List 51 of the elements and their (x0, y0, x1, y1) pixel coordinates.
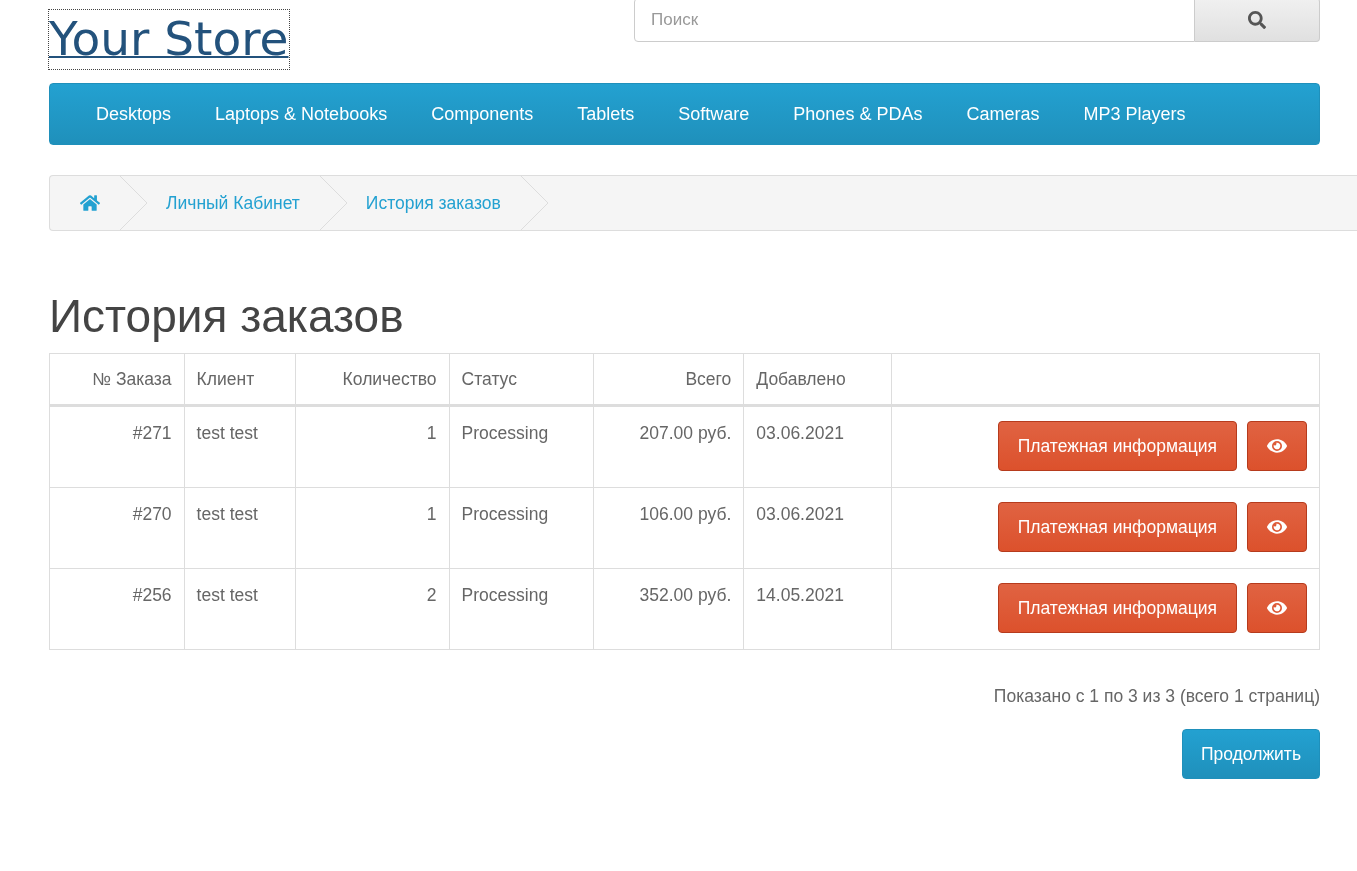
table-cell: 03.06.2021 (743, 405, 892, 488)
table-cell: 03.06.2021 (743, 487, 892, 569)
menu-item[interactable]: Components (409, 103, 556, 125)
home-icon (80, 193, 100, 213)
pagination-text: Показано с 1 по 3 из 3 (всего 1 страниц) (993, 686, 1320, 707)
table-cell: #271 (49, 405, 185, 488)
table-cell: #256 (49, 568, 185, 650)
table-cell: Processing (449, 405, 594, 488)
menu-item[interactable]: Tablets (555, 103, 657, 125)
view-button[interactable] (1247, 502, 1307, 552)
table-cell: 2 (295, 568, 450, 650)
table-cell: 14.05.2021 (743, 568, 892, 650)
payment-info-button[interactable]: Платежная информация (997, 502, 1237, 552)
view-button[interactable] (1247, 583, 1307, 633)
column-header: Клиент (184, 353, 296, 406)
breadcrumb-link[interactable]: История заказов (347, 176, 521, 230)
menu-item[interactable]: Desktops (74, 103, 194, 125)
table-cell: #270 (49, 487, 185, 569)
search-button[interactable] (1195, 0, 1320, 42)
store-logo[interactable]: Your Store (49, 10, 289, 69)
table-cell: 207.00 руб. (593, 405, 744, 488)
column-header: № Заказа (49, 353, 185, 406)
column-header: Статус (449, 353, 594, 406)
menu-item[interactable]: MP3 Players (1061, 103, 1208, 125)
search-field[interactable]: Поиск (634, 0, 1195, 42)
menu-item[interactable]: Laptops & Notebooks (193, 103, 410, 125)
column-header: Количество (295, 353, 450, 406)
page-heading: История заказов (49, 289, 405, 343)
table-cell: Processing (449, 487, 594, 569)
menu-item[interactable]: Cameras (944, 103, 1062, 125)
column-header: Добавлено (743, 353, 892, 406)
table-cell: 1 (295, 487, 450, 569)
eye-icon (1267, 517, 1287, 537)
table-cell: 106.00 руб. (593, 487, 744, 569)
breadcrumb-link[interactable]: Личный Кабинет (148, 176, 320, 230)
payment-info-button[interactable]: Платежная информация (997, 583, 1237, 633)
eye-icon (1267, 436, 1287, 456)
search-icon (1248, 11, 1266, 29)
table-cell: test test (184, 487, 296, 569)
table-cell: 1 (295, 405, 450, 488)
table-cell: Processing (449, 568, 594, 650)
menu-item[interactable]: Software (656, 103, 772, 125)
table-cell: test test (184, 405, 296, 488)
table-cell: test test (184, 568, 296, 650)
eye-icon (1267, 598, 1287, 618)
menu-item[interactable]: Phones & PDAs (771, 103, 945, 125)
table-cell: 352.00 руб. (593, 568, 744, 650)
column-header: Всего (593, 353, 744, 406)
continue-button[interactable]: Продолжить (1181, 729, 1320, 779)
payment-info-button[interactable]: Платежная информация (997, 421, 1237, 471)
view-button[interactable] (1247, 421, 1307, 471)
